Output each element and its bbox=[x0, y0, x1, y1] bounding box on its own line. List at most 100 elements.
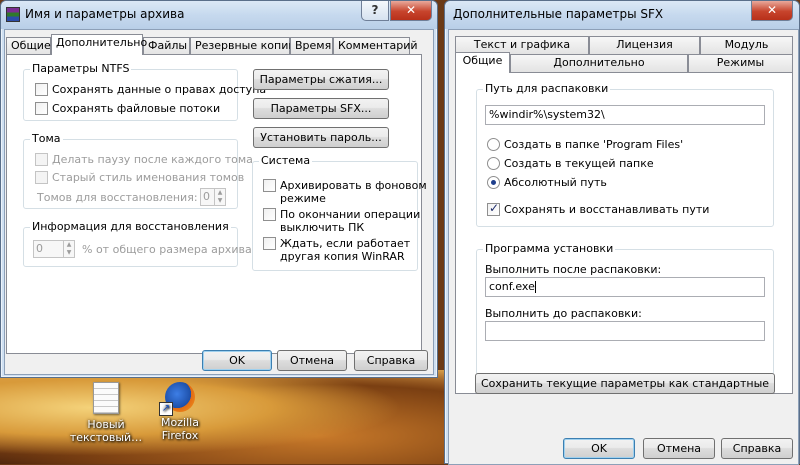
group-label: Путь для распаковки bbox=[483, 82, 611, 96]
set-password-button[interactable]: Установить пароль... bbox=[253, 127, 389, 148]
radio-button[interactable] bbox=[487, 138, 500, 151]
text-document-icon bbox=[93, 382, 119, 414]
old-naming-checkbox[interactable]: Старый стиль именования томов bbox=[35, 171, 244, 184]
text-caret bbox=[534, 281, 536, 293]
checkbox[interactable] bbox=[487, 202, 500, 216]
run-after-label: Выполнить после распаковки: bbox=[485, 263, 662, 276]
desktop-icon-label: Mozilla bbox=[161, 416, 199, 429]
save-security-checkbox[interactable]: Сохранять данные о правах доступа bbox=[35, 83, 266, 96]
spinner-arrows-icon[interactable]: ▲ ▼ bbox=[214, 189, 225, 205]
spinner-arrows-icon[interactable]: ▲ ▼ bbox=[63, 241, 74, 257]
tab-module[interactable]: Модуль bbox=[700, 36, 793, 54]
background-archive-checkbox[interactable]: Архивировать в фоновом режиме bbox=[263, 179, 427, 205]
pause-each-volume-checkbox[interactable]: Делать паузу после каждого тома bbox=[35, 153, 253, 166]
radio-label: Абсолютный путь bbox=[504, 176, 607, 189]
tab-backup[interactable]: Резервные копии bbox=[190, 37, 296, 55]
checkbox-label-line: выключить ПК bbox=[280, 221, 365, 234]
window-client-area: Текст и графика Лицензия Модуль Общие До… bbox=[448, 29, 799, 465]
tab-sfx-modes[interactable]: Режимы bbox=[688, 54, 793, 72]
create-in-current-folder-radio[interactable]: Создать в текущей папке bbox=[487, 157, 654, 170]
tab-comment[interactable]: Комментарий bbox=[333, 37, 418, 55]
group-label: Система bbox=[259, 154, 313, 168]
absolute-path-radio[interactable]: Абсолютный путь bbox=[487, 176, 607, 189]
title-bar[interactable]: Имя и параметры архива ? ✕ bbox=[1, 1, 437, 29]
archive-options-window: Имя и параметры архива ? ✕ Общие Дополни… bbox=[0, 0, 438, 378]
recovery-volumes-label: Томов для восстановления: bbox=[37, 191, 198, 204]
window-title: Имя и параметры архива bbox=[25, 7, 185, 21]
checkbox-label: По окончании операции выключить ПК bbox=[280, 208, 420, 234]
advanced-tab-panel: Параметры NTFS Сохранять данные о правах… bbox=[6, 54, 427, 354]
checkbox-label-line: Архивировать в фоновом bbox=[280, 179, 427, 192]
sfx-settings-button[interactable]: Параметры SFX... bbox=[253, 98, 389, 119]
desktop-icon-label: текстовый… bbox=[69, 431, 143, 444]
group-label: Информация для восстановления bbox=[30, 220, 231, 234]
title-bar[interactable]: Дополнительные параметры SFX ✕ bbox=[445, 1, 799, 29]
checkbox-label-line: По окончании операции bbox=[280, 208, 421, 221]
run-after-field[interactable]: conf.exe bbox=[485, 277, 765, 297]
group-label: Параметры NTFS bbox=[30, 62, 132, 76]
tab-general[interactable]: Общие bbox=[6, 37, 51, 55]
desktop-icon-label: Firefox bbox=[161, 429, 199, 442]
save-streams-checkbox[interactable]: Сохранять файловые потоки bbox=[35, 102, 220, 115]
close-button[interactable]: ✕ bbox=[751, 1, 793, 21]
close-button[interactable]: ✕ bbox=[390, 1, 432, 21]
keep-paths-checkbox[interactable]: Сохранять и восстанавливать пути bbox=[487, 202, 710, 216]
checkbox-label-line: Ждать, если работает bbox=[280, 237, 411, 250]
help-button[interactable]: Справка bbox=[354, 350, 428, 371]
run-before-label: Выполнить до распаковки: bbox=[485, 307, 642, 320]
recovery-volumes-spinner[interactable]: 0 ▲ ▼ bbox=[200, 188, 226, 206]
compression-settings-button[interactable]: Параметры сжатия... bbox=[253, 69, 389, 90]
tab-sfx-general[interactable]: Общие bbox=[455, 52, 510, 73]
group-label: Программа установки bbox=[483, 242, 616, 256]
checkbox-label: Архивировать в фоновом режиме bbox=[280, 179, 427, 205]
checkbox[interactable] bbox=[263, 237, 276, 250]
sfx-options-window: Дополнительные параметры SFX ✕ Текст и г… bbox=[444, 0, 800, 465]
run-before-field[interactable] bbox=[485, 321, 765, 341]
group-label: Тома bbox=[30, 132, 63, 146]
radio-button[interactable] bbox=[487, 176, 500, 189]
checkbox-label: Сохранять и восстанавливать пути bbox=[504, 203, 710, 216]
checkbox-label: Ждать, если работает другая копия WinRAR bbox=[280, 237, 410, 263]
window-title: Дополнительные параметры SFX bbox=[453, 7, 664, 21]
radio-button[interactable] bbox=[487, 157, 500, 170]
checkbox[interactable] bbox=[263, 208, 276, 221]
winrar-app-icon bbox=[6, 7, 20, 22]
ok-button[interactable]: OK bbox=[563, 438, 635, 459]
recovery-percent-spinner[interactable]: 0 ▲ ▼ bbox=[33, 240, 75, 258]
radio-label: Создать в текущей папке bbox=[504, 157, 654, 170]
checkbox-label: Сохранять данные о правах доступа bbox=[52, 83, 267, 96]
tab-sfx-advanced[interactable]: Дополнительно bbox=[510, 54, 688, 72]
recovery-percent-label: % от общего размера архива bbox=[82, 243, 252, 256]
shutdown-pc-checkbox[interactable]: По окончании операции выключить ПК bbox=[263, 208, 420, 234]
sfx-general-tab-panel: Путь для распаковки %windir%\system32\ С… bbox=[455, 72, 793, 394]
checkbox[interactable] bbox=[263, 179, 276, 192]
tab-advanced[interactable]: Дополнительно bbox=[51, 34, 147, 55]
desktop-icon-new-text[interactable]: Новый текстовый… bbox=[66, 382, 146, 444]
tab-time[interactable]: Время bbox=[290, 37, 333, 55]
extract-path-field[interactable]: %windir%\system32\ bbox=[485, 105, 765, 125]
checkbox[interactable] bbox=[35, 83, 48, 96]
spinner-value: 0 bbox=[203, 190, 210, 203]
spinner-value: 0 bbox=[36, 242, 43, 255]
checkbox[interactable] bbox=[35, 171, 48, 184]
shortcut-arrow-icon: ↗ bbox=[159, 402, 173, 416]
checkbox[interactable] bbox=[35, 153, 48, 166]
cancel-button[interactable]: Отмена bbox=[643, 438, 715, 459]
create-in-program-files-radio[interactable]: Создать в папке 'Program Files' bbox=[487, 138, 683, 151]
tab-files[interactable]: Файлы bbox=[143, 37, 190, 55]
field-value: conf.exe bbox=[489, 280, 535, 293]
checkbox-label: Старый стиль именования томов bbox=[52, 171, 245, 184]
ok-button[interactable]: OK bbox=[202, 350, 272, 371]
checkbox-label-line: другая копия WinRAR bbox=[280, 250, 405, 263]
tab-license[interactable]: Лицензия bbox=[589, 36, 700, 54]
desktop-icon-firefox[interactable]: ↗ Mozilla Firefox bbox=[140, 382, 220, 442]
save-defaults-button[interactable]: Сохранить текущие параметры как стандарт… bbox=[475, 373, 775, 394]
checkbox-label: Сохранять файловые потоки bbox=[52, 102, 221, 115]
cancel-button[interactable]: Отмена bbox=[277, 350, 347, 371]
checkbox[interactable] bbox=[35, 102, 48, 115]
firefox-icon: ↗ bbox=[159, 382, 195, 416]
wait-other-copy-checkbox[interactable]: Ждать, если работает другая копия WinRAR bbox=[263, 237, 410, 263]
radio-label: Создать в папке 'Program Files' bbox=[504, 138, 684, 151]
help-title-button[interactable]: ? bbox=[361, 1, 389, 21]
help-button[interactable]: Справка bbox=[721, 438, 793, 459]
